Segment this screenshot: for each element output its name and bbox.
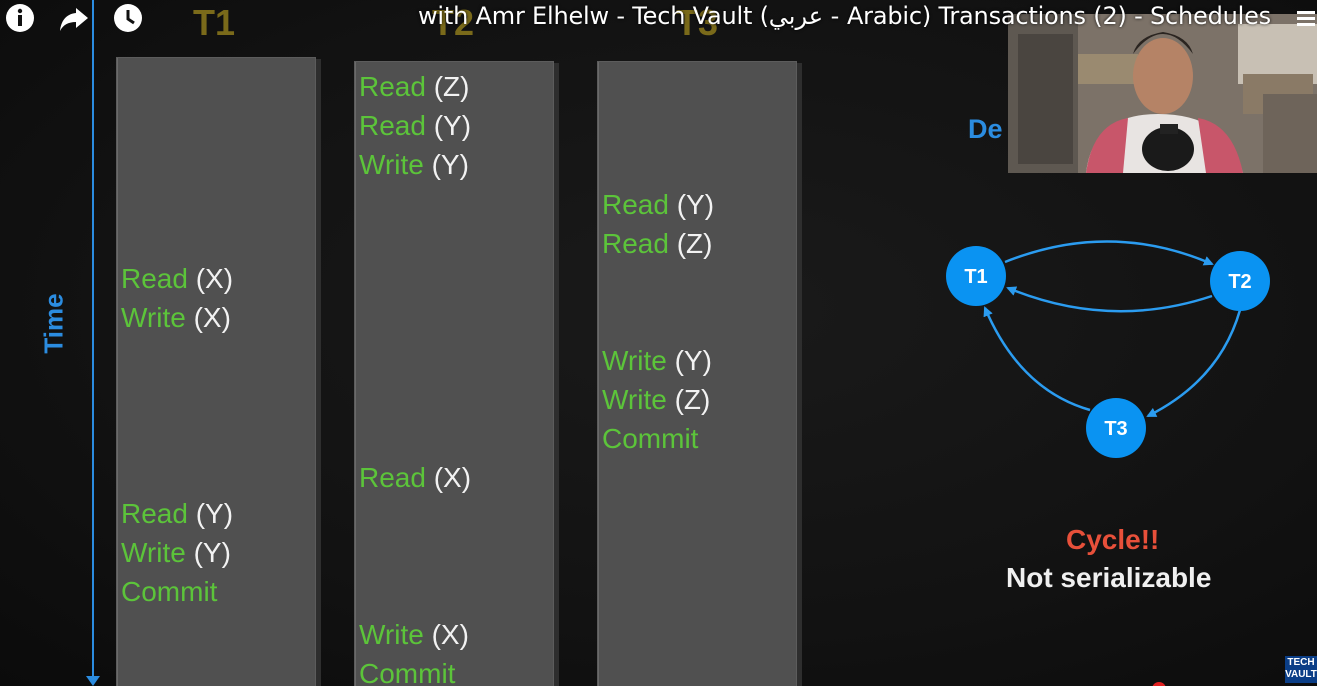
op-verb: Write xyxy=(602,345,667,376)
op-t1-write-y: Write (Y) xyxy=(121,533,231,572)
op-verb: Write xyxy=(121,302,186,333)
op-t3-write-z: Write (Z) xyxy=(602,380,710,419)
graph-node-t3: T3 xyxy=(1086,398,1146,458)
op-t3-read-y: Read (Y) xyxy=(602,185,714,224)
progress-scrubber-dot[interactable] xyxy=(1152,682,1166,686)
op-arg: (Y) xyxy=(433,110,472,141)
op-t3-read-z: Read (Z) xyxy=(602,224,712,263)
graph-node-t2: T2 xyxy=(1210,251,1270,311)
channel-watermark[interactable]: TECH VAULT xyxy=(1285,656,1317,683)
edge-t1-t2 xyxy=(1004,240,1214,266)
op-arg: (Y) xyxy=(193,537,231,568)
op-t2-read-x: Read (X) xyxy=(359,458,471,497)
watch-later-icon[interactable] xyxy=(112,2,144,34)
watermark-line-2: VAULT xyxy=(1285,669,1317,680)
precedence-graph: T1 T2 T3 xyxy=(946,240,1270,458)
info-icon[interactable] xyxy=(4,2,36,34)
op-arg: (Z) xyxy=(674,384,711,415)
op-t3-write-y: Write (Y) xyxy=(602,341,712,380)
op-verb: Read xyxy=(359,110,426,141)
op-arg: (X) xyxy=(431,619,469,650)
serializability-verdict: Not serializable xyxy=(1006,562,1212,593)
op-verb: Write xyxy=(121,537,186,568)
time-axis-arrow xyxy=(86,676,100,686)
op-t1-commit: Commit xyxy=(121,572,217,611)
op-arg: (Y) xyxy=(674,345,712,376)
time-axis-label: Time xyxy=(38,293,69,354)
op-t2-write-y: Write (Y) xyxy=(359,145,469,184)
share-icon[interactable] xyxy=(58,2,90,34)
op-arg: (X) xyxy=(433,462,472,493)
op-verb: Read xyxy=(602,189,669,220)
graph-node-t1: T1 xyxy=(946,246,1006,306)
op-verb: Read xyxy=(359,71,426,102)
op-arg: (Z) xyxy=(676,228,713,259)
column-header-t1: T1 xyxy=(193,2,236,43)
op-arg: (Z) xyxy=(433,71,470,102)
op-t2-read-z: Read (Z) xyxy=(359,67,469,106)
op-t3-commit: Commit xyxy=(602,419,698,458)
node-label-t3: T3 xyxy=(1104,418,1127,440)
menu-icon[interactable] xyxy=(1296,8,1317,30)
op-t2-commit: Commit xyxy=(359,654,455,686)
time-axis-line xyxy=(92,0,94,682)
dependency-graph-label: De xyxy=(968,114,1003,144)
watermark-line-1: TECH xyxy=(1287,657,1315,668)
op-verb: Read xyxy=(359,462,426,493)
op-verb: Commit xyxy=(602,423,699,454)
transaction-column-t3: Read (Y) Read (Z) Write (Y) Write (Z) Co… xyxy=(597,61,797,686)
op-arg: (Y) xyxy=(676,189,715,220)
op-t2-read-y: Read (Y) xyxy=(359,106,471,145)
op-verb: Read xyxy=(121,498,188,529)
op-verb: Read xyxy=(602,228,669,259)
op-verb: Write xyxy=(602,384,667,415)
op-arg: (Y) xyxy=(431,149,469,180)
op-arg: (Y) xyxy=(195,498,234,529)
op-verb: Read xyxy=(121,263,188,294)
transaction-column-t2: Read (Z) Read (Y) Write (Y) Read (X) Wri… xyxy=(354,61,554,686)
op-verb: Commit xyxy=(359,658,456,686)
video-frame[interactable]: Time T1 T2 T3 Read (X) Write (X) Read (Y… xyxy=(0,0,1317,686)
cycle-warning: Cycle!! xyxy=(1066,524,1160,555)
op-t1-read-y: Read (Y) xyxy=(121,494,233,533)
video-title[interactable]: with Amr Elhelw - Tech Vault (عربي - Ara… xyxy=(418,2,1271,30)
op-arg: (X) xyxy=(193,302,231,333)
op-verb: Commit xyxy=(121,576,218,607)
edge-t2-t1 xyxy=(1006,286,1213,313)
op-verb: Write xyxy=(359,149,424,180)
edge-t2-t3 xyxy=(1146,309,1242,418)
presenter-webcam xyxy=(1008,14,1317,173)
op-t2-write-x: Write (X) xyxy=(359,615,469,654)
op-t1-read-x: Read (X) xyxy=(121,259,233,298)
op-arg: (X) xyxy=(195,263,234,294)
node-label-t2: T2 xyxy=(1228,271,1251,293)
node-label-t1: T1 xyxy=(964,266,987,288)
op-verb: Write xyxy=(359,619,424,650)
edge-t3-t1 xyxy=(983,306,1091,412)
op-t1-write-x: Write (X) xyxy=(121,298,231,337)
transaction-column-t1: Read (X) Write (X) Read (Y) Write (Y) Co… xyxy=(116,57,316,686)
